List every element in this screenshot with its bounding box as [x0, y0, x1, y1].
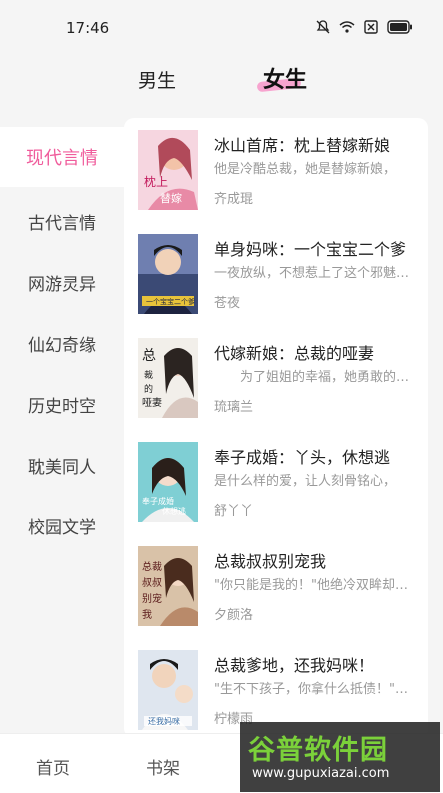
category-item-campus[interactable]: 校园文学	[0, 495, 124, 555]
svg-text:奉子成婚: 奉子成婚	[142, 496, 174, 506]
category-label: 校园文学	[28, 517, 96, 538]
book-item[interactable]: 还我妈咪 总裁爹地，还我妈咪！ "生不下孩子，你拿什么抵债！"… 柠檬雨	[138, 650, 424, 730]
book-desc: 为了姐姐的幸福，她勇敢的…	[240, 370, 410, 385]
book-cover: 还我妈咪	[138, 650, 198, 730]
book-item[interactable]: 一个宝宝二个爹 单身妈咪：一个宝宝二个爹 一夜放纵，不想惹上了这个邪魅… 苍夜	[138, 234, 424, 314]
book-title: 奉子成婚：丫头，休想逃	[214, 448, 391, 467]
book-item[interactable]: 枕上 替嫁 冰山首席：枕上替嫁新娘 他是冷酷总裁，她是替嫁新娘， 齐成琨	[138, 130, 424, 210]
svg-text:还我妈咪: 还我妈咪	[148, 716, 180, 726]
category-label: 古代言情	[28, 213, 96, 234]
book-author: 琉璃兰	[214, 400, 254, 415]
book-item[interactable]: 总 裁 的 哑妻 代嫁新娘：总裁的哑妻 为了姐姐的幸福，她勇敢的… 琉璃兰	[138, 338, 424, 418]
category-item-history-time-travel[interactable]: 历史时空	[0, 374, 124, 434]
book-title: 冰山首席：枕上替嫁新娘	[214, 136, 391, 155]
book-desc: 是什么样的爱，让人刻骨铭心，	[214, 474, 397, 489]
tab-female-label: 女生	[263, 68, 308, 93]
category-label: 仙幻奇缘	[28, 335, 96, 356]
svg-text:裁: 裁	[144, 369, 153, 381]
wifi-icon	[339, 21, 355, 33]
nav-home[interactable]: 首页	[36, 754, 70, 779]
category-label: 历史时空	[28, 396, 96, 417]
status-bar: 17:46	[0, 0, 443, 56]
category-label: 网游灵异	[28, 274, 96, 295]
book-desc: "生不下孩子，你拿什么抵债！"…	[214, 682, 408, 697]
book-title: 总裁叔叔别宠我	[214, 552, 327, 571]
book-title: 代嫁新娘：总裁的哑妻	[214, 344, 375, 363]
watermark: 谷普软件园 www.gupuxiazai.com	[240, 722, 440, 792]
svg-text:哑妻: 哑妻	[142, 396, 162, 409]
book-author: 夕颜洛	[214, 608, 254, 623]
category-item-danmei-fanfic[interactable]: 耽美同人	[0, 435, 124, 495]
watermark-url: www.gupuxiazai.com	[252, 766, 390, 781]
book-cover: 一个宝宝二个爹	[138, 234, 198, 314]
category-label: 耽美同人	[28, 457, 96, 478]
book-desc: "你只能是我的！"他绝冷双眸却…	[214, 578, 408, 593]
category-item-ancient-romance[interactable]: 古代言情	[0, 191, 124, 251]
book-cover: 奉子成婚 休想逃	[138, 442, 198, 522]
category-item-fantasy-romance[interactable]: 仙幻奇缘	[0, 313, 124, 373]
svg-text:别宠: 别宠	[142, 592, 162, 605]
nav-bookshelf[interactable]: 书架	[146, 754, 180, 779]
book-list: 枕上 替嫁 冰山首席：枕上替嫁新娘 他是冷酷总裁，她是替嫁新娘， 齐成琨 一个宝…	[124, 118, 428, 738]
category-label: 现代言情	[26, 148, 98, 169]
book-author: 舒丫丫	[214, 504, 254, 519]
svg-text:总: 总	[142, 348, 156, 364]
mute-bell-icon	[316, 20, 330, 34]
svg-text:一个宝宝二个爹: 一个宝宝二个爹	[146, 297, 195, 306]
category-item-online-game-supernatural[interactable]: 网游灵异	[0, 252, 124, 312]
svg-text:叔叔: 叔叔	[142, 577, 162, 589]
book-item[interactable]: 奉子成婚 休想逃 奉子成婚：丫头，休想逃 是什么样的爱，让人刻骨铭心， 舒丫丫	[138, 442, 424, 522]
svg-text:枕上: 枕上	[144, 174, 168, 189]
book-title: 单身妈咪：一个宝宝二个爹	[214, 240, 407, 259]
book-cover: 总裁 叔叔 别宠 我	[138, 546, 198, 626]
svg-text:总裁: 总裁	[142, 560, 162, 573]
book-cover: 总 裁 的 哑妻	[138, 338, 198, 418]
book-title: 总裁爹地，还我妈咪！	[214, 656, 375, 675]
tab-male[interactable]: 男生	[138, 66, 176, 93]
svg-text:替嫁: 替嫁	[160, 191, 182, 205]
svg-text:的: 的	[144, 383, 153, 395]
book-cover: 枕上 替嫁	[138, 130, 198, 210]
gender-tabs: 男生 女生	[0, 60, 443, 100]
book-item[interactable]: 总裁 叔叔 别宠 我 总裁叔叔别宠我 "你只能是我的！"他绝冷双眸却… 夕颜洛	[138, 546, 424, 626]
status-time: 17:46	[66, 19, 110, 37]
book-author: 齐成琨	[214, 192, 254, 207]
book-desc: 他是冷酷总裁，她是替嫁新娘，	[214, 162, 397, 177]
svg-text:休想逃: 休想逃	[162, 506, 186, 516]
category-item-modern-romance[interactable]: 现代言情	[0, 127, 124, 187]
book-desc: 一夜放纵，不想惹上了这个邪魅…	[214, 266, 410, 281]
watermark-name: 谷普软件园	[248, 735, 388, 766]
book-author: 苍夜	[214, 296, 241, 311]
svg-text:我: 我	[142, 609, 152, 621]
battery-icon	[387, 20, 412, 34]
no-sim-icon	[364, 20, 378, 34]
category-sidebar: 现代言情 古代言情 网游灵异 仙幻奇缘 历史时空 耽美同人 校园文学	[0, 127, 124, 727]
status-icons	[315, 19, 413, 35]
tab-female[interactable]: 女生	[256, 62, 308, 94]
